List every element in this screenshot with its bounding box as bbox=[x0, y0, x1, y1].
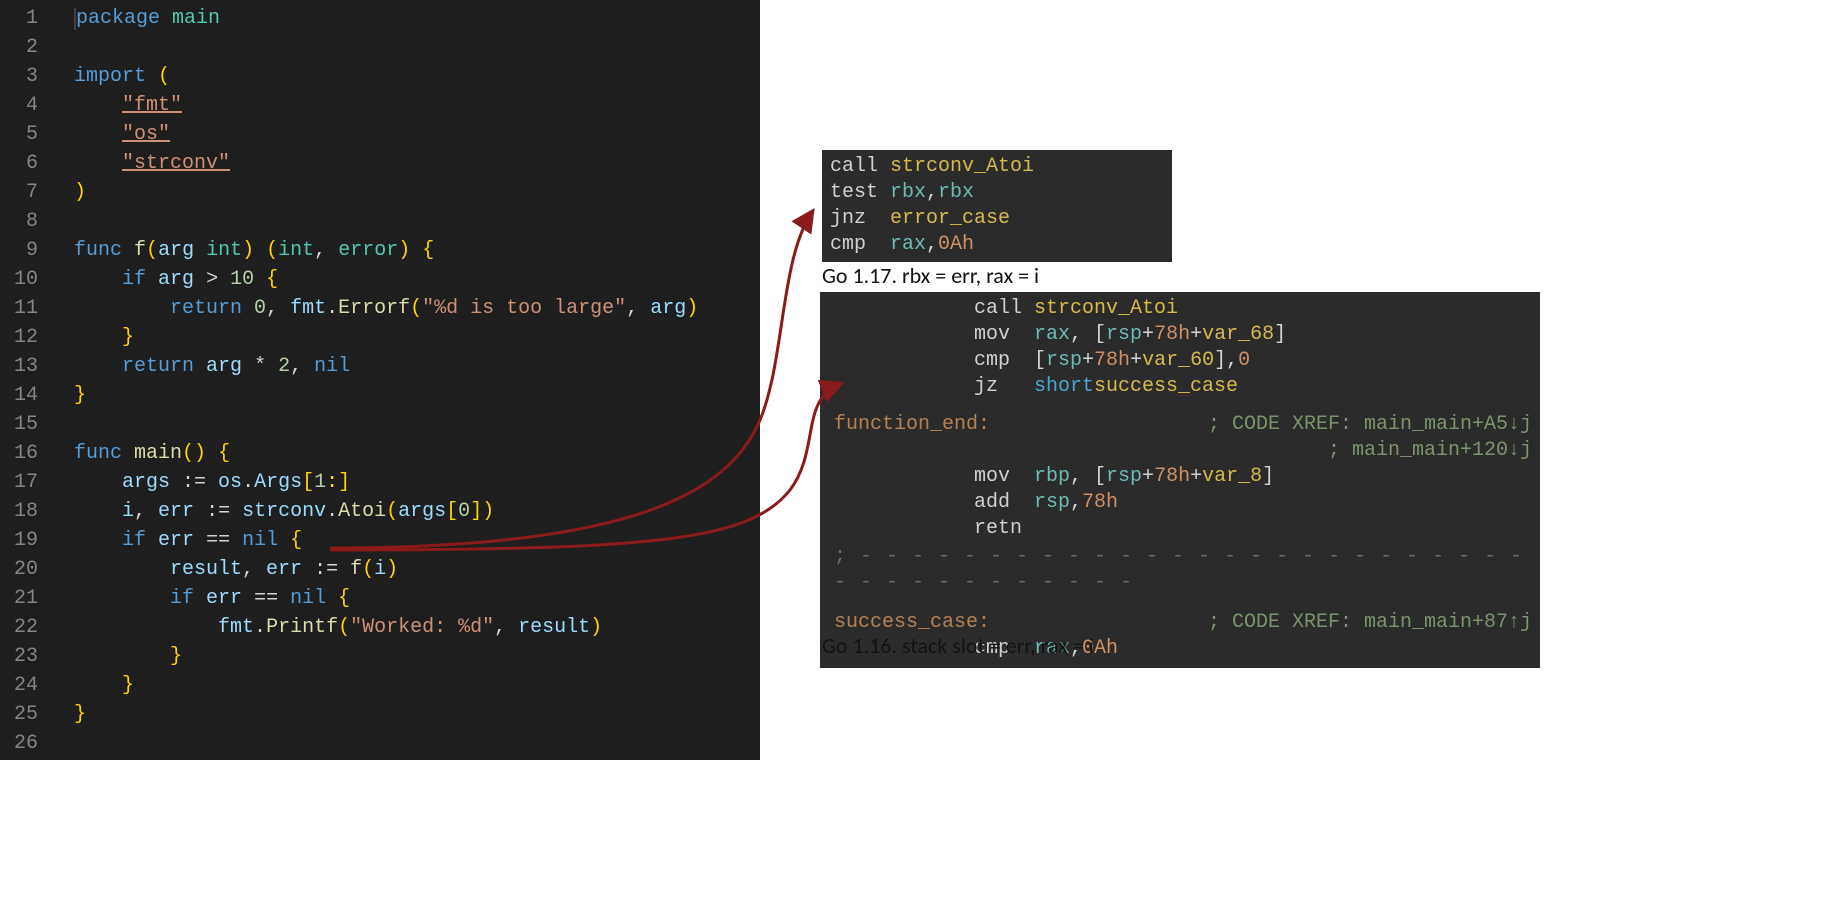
code-line[interactable]: ) bbox=[74, 178, 760, 207]
asm-separator: ; - - - - - - - - - - - - - - - - - - - … bbox=[834, 544, 1532, 596]
asm-line: jnz error_case bbox=[830, 206, 1164, 232]
code-line[interactable]: func f(arg int) (int, error) { bbox=[74, 236, 760, 265]
code-area[interactable]: package main import ( "fmt" "os" "strconv… bbox=[52, 0, 760, 760]
line-number: 7 bbox=[0, 178, 52, 207]
line-number: 15 bbox=[0, 410, 52, 439]
line-number: 26 bbox=[0, 729, 52, 758]
code-line[interactable]: fmt.Printf("Worked: %d", result) bbox=[74, 613, 760, 642]
line-number: 12 bbox=[0, 323, 52, 352]
line-number: 20 bbox=[0, 555, 52, 584]
line-number: 9 bbox=[0, 236, 52, 265]
code-line[interactable] bbox=[74, 410, 760, 439]
line-number: 22 bbox=[0, 613, 52, 642]
line-number: 25 bbox=[0, 700, 52, 729]
assembly-panel-go117: call strconv_Atoitest rbx, rbxjnz error_… bbox=[822, 150, 1172, 262]
asm-line: call strconv_Atoi bbox=[830, 154, 1164, 180]
asm-label-line: function_end:; CODE XREF: main_main+A5↓j bbox=[834, 412, 1532, 438]
assembly-panel-go116: call strconv_Atoimov rax, [rsp+78h+var_6… bbox=[820, 292, 1540, 668]
line-number: 1 bbox=[0, 4, 52, 33]
asm-line: mov rax, [rsp+78h+var_68] bbox=[834, 322, 1532, 348]
code-line[interactable]: func main() { bbox=[74, 439, 760, 468]
code-line[interactable]: } bbox=[74, 642, 760, 671]
asm-line: call strconv_Atoi bbox=[834, 296, 1532, 322]
line-number: 2 bbox=[0, 33, 52, 62]
line-number: 14 bbox=[0, 381, 52, 410]
code-line[interactable]: if err == nil { bbox=[74, 584, 760, 613]
asm-line: add rsp, 78h bbox=[834, 490, 1532, 516]
code-line[interactable]: result, err := f(i) bbox=[74, 555, 760, 584]
code-line[interactable]: } bbox=[74, 381, 760, 410]
asm-line: jz short success_case bbox=[834, 374, 1532, 400]
code-line[interactable]: } bbox=[74, 323, 760, 352]
code-line[interactable]: } bbox=[74, 700, 760, 729]
code-line[interactable]: if arg > 10 { bbox=[74, 265, 760, 294]
line-number: 4 bbox=[0, 91, 52, 120]
line-number: 6 bbox=[0, 149, 52, 178]
asm-line: cmp rax, 0Ah bbox=[830, 232, 1164, 258]
caption-go117: Go 1.17. rbx = err, rax = i bbox=[822, 262, 1039, 289]
code-line[interactable]: "os" bbox=[74, 120, 760, 149]
asm-line: retn bbox=[834, 516, 1532, 542]
line-number: 16 bbox=[0, 439, 52, 468]
code-line[interactable]: return arg * 2, nil bbox=[74, 352, 760, 381]
line-number: 19 bbox=[0, 526, 52, 555]
line-number: 10 bbox=[0, 265, 52, 294]
code-line[interactable] bbox=[74, 33, 760, 62]
code-line[interactable]: } bbox=[74, 671, 760, 700]
code-line[interactable]: "strconv" bbox=[74, 149, 760, 178]
code-line[interactable]: i, err := strconv.Atoi(args[0]) bbox=[74, 497, 760, 526]
line-number: 3 bbox=[0, 62, 52, 91]
line-number: 23 bbox=[0, 642, 52, 671]
code-line[interactable]: "fmt" bbox=[74, 91, 760, 120]
code-line[interactable] bbox=[74, 207, 760, 236]
line-number: 21 bbox=[0, 584, 52, 613]
code-line[interactable]: return 0, fmt.Errorf("%d is too large", … bbox=[74, 294, 760, 323]
asm-line: test rbx, rbx bbox=[830, 180, 1164, 206]
line-number: 13 bbox=[0, 352, 52, 381]
code-line[interactable] bbox=[74, 729, 760, 758]
line-number: 18 bbox=[0, 497, 52, 526]
code-line[interactable]: args := os.Args[1:] bbox=[74, 468, 760, 497]
caption-go116: Go 1.16. stack slot = err, rax = i bbox=[822, 632, 1094, 659]
asm-line: cmp [rsp+78h+var_60], 0 bbox=[834, 348, 1532, 374]
line-number: 24 bbox=[0, 671, 52, 700]
line-number: 17 bbox=[0, 468, 52, 497]
line-number: 8 bbox=[0, 207, 52, 236]
line-number: 11 bbox=[0, 294, 52, 323]
source-editor[interactable]: 1234567891011121314151617181920212223242… bbox=[0, 0, 760, 760]
code-line[interactable]: package main bbox=[74, 4, 760, 33]
code-line[interactable]: if err == nil { bbox=[74, 526, 760, 555]
code-line[interactable]: import ( bbox=[74, 62, 760, 91]
asm-line: mov rbp, [rsp+78h+var_8] bbox=[834, 464, 1532, 490]
line-number-gutter: 1234567891011121314151617181920212223242… bbox=[0, 0, 52, 760]
line-number: 5 bbox=[0, 120, 52, 149]
